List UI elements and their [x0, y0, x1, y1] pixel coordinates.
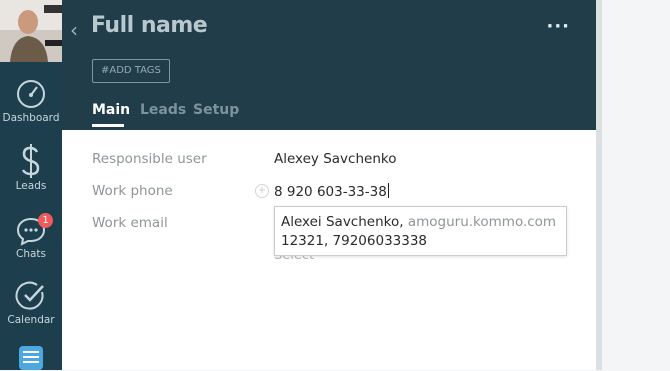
work-phone-field[interactable]: 8 920 603-33-38	[274, 183, 389, 200]
tab-setup[interactable]: Setup	[193, 102, 239, 118]
sidebar-item-label: Calendar	[7, 314, 55, 326]
contact-card: ‹ Full name ··· #ADD TAGS Main Leads Set…	[62, 0, 596, 370]
work-email-label: Work email	[92, 215, 168, 231]
active-tab-indicator	[92, 124, 124, 127]
suggestion-details: 12321, 79206033338	[281, 233, 428, 249]
sidebar-item-calendar[interactable]: Calendar	[0, 280, 62, 326]
sidebar-item-label: Leads	[15, 180, 47, 192]
tab-leads[interactable]: Leads	[140, 102, 186, 118]
scrollbar[interactable]	[596, 0, 602, 370]
suggestion-name: Alexei Savchenko,	[281, 214, 404, 230]
sidebar-item-lists[interactable]	[0, 345, 62, 371]
contact-suggestion-dropdown[interactable]: Alexei Savchenko, amoguru.kommo.com 1232…	[274, 206, 567, 256]
dollar-icon	[21, 144, 40, 178]
sidebar-item-leads[interactable]: Leads	[0, 144, 62, 192]
checkmark-circle-icon	[15, 281, 44, 310]
lists-icon	[19, 346, 43, 370]
more-dots-icon[interactable]: ···	[546, 16, 570, 37]
sidebar-item-label: Dashboard	[2, 112, 60, 124]
add-phone-icon[interactable]: +	[255, 184, 269, 198]
responsible-user-label: Responsible user	[92, 151, 207, 167]
user-avatar[interactable]	[0, 0, 62, 62]
responsible-user-value[interactable]: Alexey Savchenko	[274, 151, 396, 167]
sidebar-item-label: Chats	[15, 248, 46, 260]
text-cursor	[387, 183, 389, 198]
work-phone-label: Work phone	[92, 183, 173, 199]
page-title[interactable]: Full name	[91, 13, 208, 38]
chats-unread-badge: 1	[38, 213, 53, 228]
sidebar-item-dashboard[interactable]: Dashboard	[0, 78, 62, 124]
suggestion-title: Alexei Savchenko, amoguru.kommo.com	[281, 214, 556, 230]
sidebar: Dashboard Leads Chats 1 Calendar	[0, 0, 62, 370]
chevron-left-icon[interactable]: ‹	[70, 18, 78, 42]
card-header: ‹ Full name ··· #ADD TAGS Main Leads Set…	[62, 0, 596, 130]
speedometer-icon	[17, 80, 45, 108]
add-tags-button[interactable]: #ADD TAGS	[92, 59, 170, 83]
suggestion-domain: amoguru.kommo.com	[403, 214, 557, 230]
tab-main[interactable]: Main	[92, 102, 130, 118]
work-phone-value: 8 920 603-33-38	[274, 184, 387, 200]
